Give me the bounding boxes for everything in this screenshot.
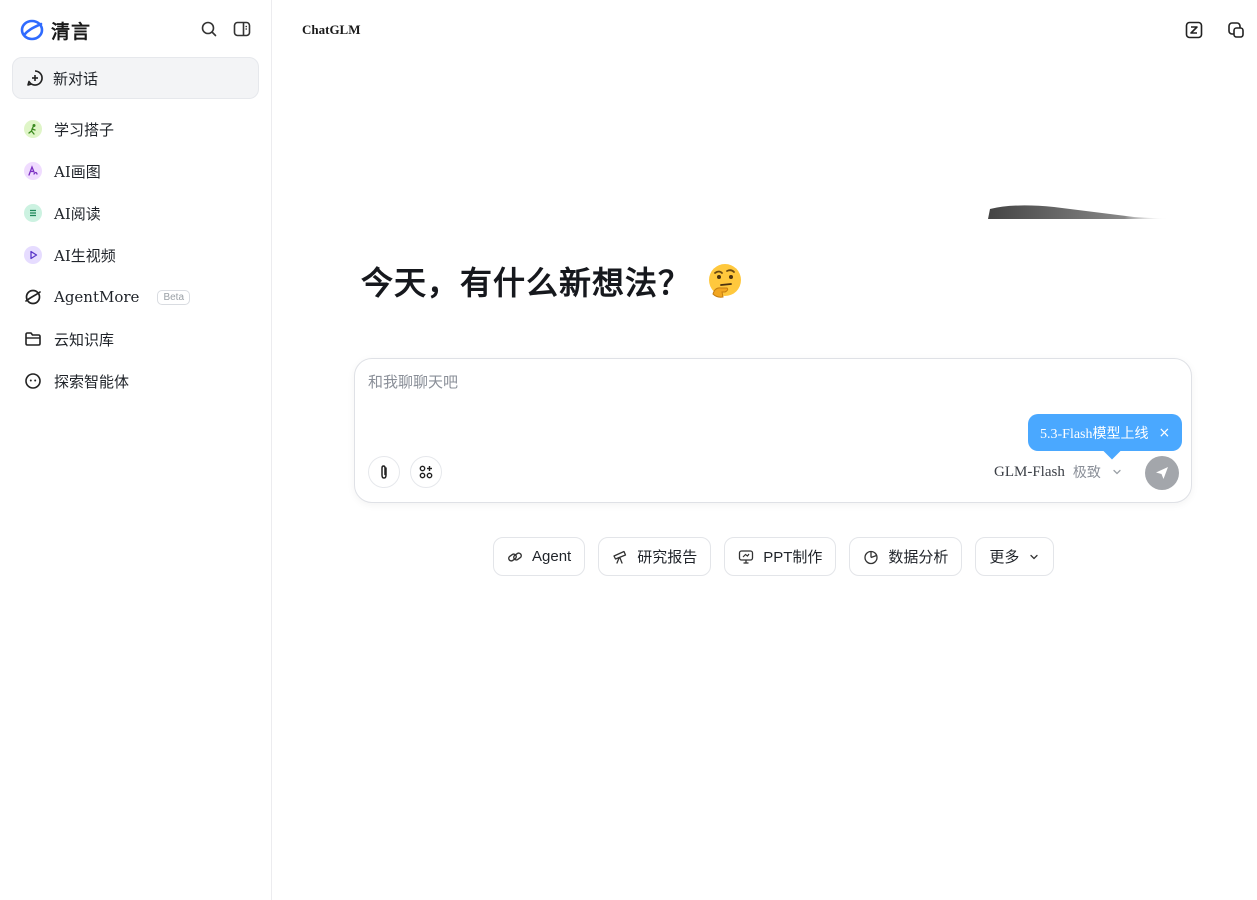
app-root: 清言 新对话 学习搭子 AI画图 AI阅读 AI生视频 AgentMore Be… [0, 0, 1257, 900]
new-model-tooltip[interactable]: 5.3-Flash模型上线 × [1028, 414, 1183, 451]
tooltip-text: 5.3-Flash模型上线 [1040, 426, 1149, 442]
sidebar-item-ai-video[interactable]: AI生视频 [0, 234, 272, 276]
topbar-title: ChatGLM [302, 22, 361, 37]
sidebar-toggle-icon[interactable] [233, 20, 251, 38]
apps-plus-icon [419, 465, 433, 479]
model-mode: 极致 [1072, 465, 1101, 481]
brand-name: 清言 [51, 20, 92, 43]
send-icon [1156, 467, 1168, 479]
sidebar-item-label: AgentMore [54, 288, 140, 306]
sidebar-item-explore-agents[interactable]: 探索智能体 [0, 360, 272, 402]
study-buddy-icon [24, 120, 42, 138]
sidebar-item-label: AI画图 [54, 162, 101, 181]
new-window-icon[interactable] [1226, 20, 1246, 40]
brand-logo-icon [20, 19, 44, 41]
ai-drawing-icon [24, 162, 42, 180]
sidebar: 清言 新对话 学习搭子 AI画图 AI阅读 AI生视频 AgentMore Be… [0, 0, 272, 900]
beta-badge: Beta [157, 289, 191, 305]
search-icon[interactable] [200, 20, 218, 38]
tools-button[interactable] [410, 456, 442, 488]
sidebar-item-label: AI生视频 [54, 246, 116, 265]
sidebar-item-label: 探索智能体 [54, 372, 130, 391]
agentmore-icon [24, 288, 42, 306]
sidebar-nav: 学习搭子 AI画图 AI阅读 AI生视频 AgentMore Beta 云知识库… [0, 108, 272, 402]
presentation-icon [739, 549, 754, 564]
chip-more[interactable]: 更多 [975, 537, 1055, 576]
new-chat-label: 新对话 [53, 69, 99, 88]
telescope-icon [613, 550, 627, 564]
link-icon [508, 551, 522, 562]
chip-research-report[interactable]: 研究报告 [598, 537, 712, 576]
sidebar-item-ai-reading[interactable]: AI阅读 [0, 192, 272, 234]
zhipu-z-icon[interactable] [1184, 20, 1204, 40]
sidebar-item-agentmore[interactable]: AgentMore Beta [0, 276, 272, 318]
headline-text: 今天，有什么新想法？ [361, 264, 692, 302]
sidebar-item-knowledge-base[interactable]: 云知识库 [0, 318, 272, 360]
chip-label: Agent [532, 548, 572, 565]
chip-label: PPT制作 [763, 549, 823, 566]
ai-video-icon [24, 246, 42, 264]
decorative-banner-fragment [988, 205, 1170, 219]
chip-ppt[interactable]: PPT制作 [724, 537, 837, 576]
pie-chart-icon [864, 550, 879, 564]
thinking-face-icon [709, 264, 742, 298]
new-chat-icon [27, 70, 43, 86]
sidebar-item-label: 学习搭子 [54, 120, 115, 139]
sidebar-item-ai-drawing[interactable]: AI画图 [0, 150, 272, 192]
chip-label: 研究报告 [637, 549, 698, 566]
headline: 今天，有什么新想法？ [361, 258, 745, 304]
chevron-down-icon [1113, 469, 1121, 475]
sidebar-item-label: AI阅读 [54, 204, 101, 223]
quick-actions: Agent 研究报告 PPT制作 数据分析 更多 [493, 537, 1055, 576]
chip-label: 更多 [989, 549, 1020, 566]
sidebar-item-study-buddy[interactable]: 学习搭子 [0, 108, 272, 150]
model-select[interactable]: GLM-Flash 极致 [994, 462, 1123, 482]
attach-button[interactable] [368, 456, 400, 488]
brand[interactable]: 清言 [20, 17, 91, 43]
model-name: GLM-Flash [994, 463, 1065, 480]
chat-input[interactable] [368, 373, 968, 391]
paperclip-icon [381, 465, 387, 479]
smiley-icon [24, 372, 42, 390]
chevron-down-icon [1030, 554, 1039, 559]
send-button[interactable] [1145, 456, 1179, 490]
tooltip-close-button[interactable]: × [1159, 425, 1171, 441]
chip-data-analysis[interactable]: 数据分析 [849, 537, 963, 576]
chip-label: 数据分析 [888, 549, 949, 566]
chip-agent[interactable]: Agent [493, 537, 586, 576]
new-chat-button[interactable]: 新对话 [12, 57, 259, 99]
ai-reading-icon [24, 204, 42, 222]
sidebar-item-label: 云知识库 [54, 330, 115, 349]
folder-icon [24, 330, 42, 348]
